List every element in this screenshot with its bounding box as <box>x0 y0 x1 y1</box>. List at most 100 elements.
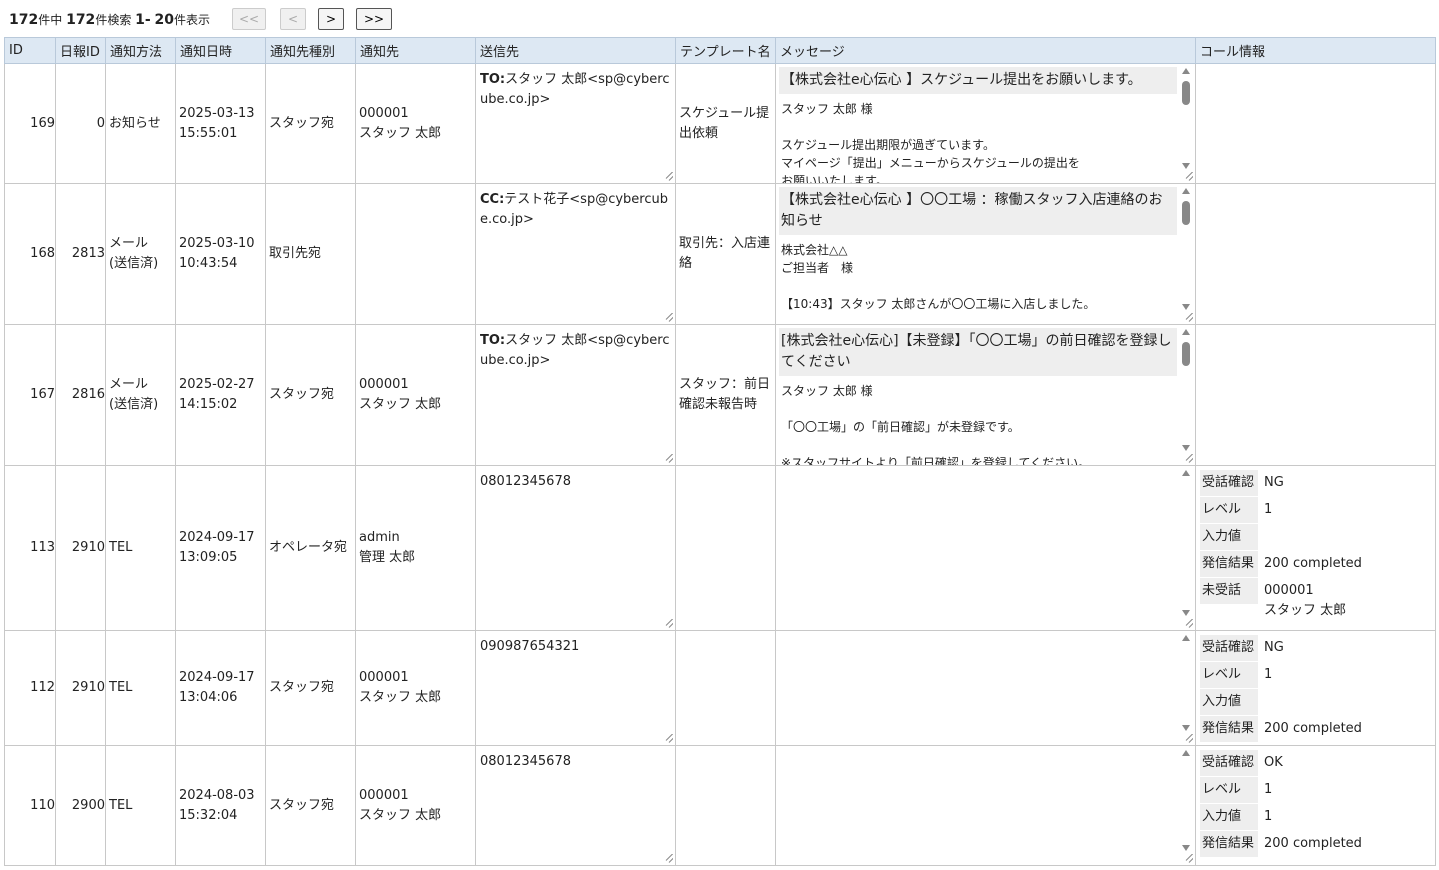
scroll-up-icon[interactable] <box>1182 68 1190 74</box>
cell-id: 167 <box>4 324 56 466</box>
destination-textarea[interactable]: 08012345678 <box>477 747 675 865</box>
destination-value: スタッフ 太郎<sp@cybercube.co.jp> <box>480 72 670 107</box>
call-info-key: レベル <box>1200 662 1258 688</box>
message-textarea[interactable]: [株式会社e心伝心]【未登録】「〇〇工場」の前日確認を登録してください スタッフ … <box>777 326 1195 465</box>
destination-value: 08012345678 <box>480 474 571 489</box>
cell-method: メール (送信済) <box>105 183 176 325</box>
cell-report-id: 2813 <box>55 183 106 325</box>
call-info-key: レベル <box>1200 777 1258 803</box>
destination-textarea[interactable]: 08012345678 <box>477 467 675 630</box>
scroll-up-icon[interactable] <box>1182 188 1190 194</box>
resize-handle-icon[interactable] <box>664 172 673 181</box>
cell-call-info: 受話確認 OK レベル 1 入力値 1 発信結果 200 completed <box>1195 745 1436 866</box>
last-page-button[interactable]: >> <box>356 8 392 30</box>
call-info-key: 受話確認 <box>1200 635 1258 661</box>
message-scrollbar[interactable] <box>1181 329 1191 451</box>
message-scrollbar[interactable] <box>1181 68 1191 169</box>
call-info-key: 入力値 <box>1200 804 1258 830</box>
col-call-info-header[interactable]: コール情報 <box>1195 37 1436 64</box>
message-scrollbar[interactable] <box>1181 188 1191 310</box>
scroll-down-icon[interactable] <box>1182 845 1190 851</box>
scroll-up-icon[interactable] <box>1182 635 1190 641</box>
notification-table: ID 日報ID 通知方法 通知日時 通知先種別 通知先 送信先 テンプレート名 メッセージ コール… <box>4 37 1436 866</box>
cell-target: 000001 スタッフ 太郎 <box>355 324 476 466</box>
col-destination-header[interactable]: 送信先 <box>475 37 676 64</box>
col-message-header[interactable]: メッセージ <box>775 37 1196 64</box>
scroll-down-icon[interactable] <box>1182 610 1190 616</box>
call-info-row: 発信結果 200 completed <box>1200 716 1435 743</box>
destination-textarea[interactable]: 090987654321 <box>477 632 675 745</box>
scroll-down-icon[interactable] <box>1182 725 1190 731</box>
resize-handle-icon[interactable] <box>664 734 673 743</box>
col-target-header[interactable]: 通知先 <box>355 37 476 64</box>
cell-message <box>775 630 1196 746</box>
resize-handle-icon[interactable] <box>1184 619 1193 628</box>
resize-handle-icon[interactable] <box>1184 313 1193 322</box>
call-info-list: 受話確認 NG レベル 1 入力値 発信結果 200 completed <box>1196 631 1435 745</box>
call-info-row: 入力値 <box>1200 689 1435 716</box>
resize-handle-icon[interactable] <box>1184 172 1193 181</box>
resize-handle-icon[interactable] <box>664 619 673 628</box>
col-method-header[interactable]: 通知方法 <box>105 37 176 64</box>
call-info-value <box>1258 524 1270 530</box>
cell-target-type: スタッフ宛 <box>265 630 356 746</box>
destination-textarea[interactable]: CC:テスト花子<sp@cybercube.co.jp> <box>477 185 675 324</box>
col-datetime-header[interactable]: 通知日時 <box>175 37 266 64</box>
cell-template <box>675 745 776 866</box>
prev-page-button[interactable]: < <box>280 8 306 30</box>
resize-handle-icon[interactable] <box>664 313 673 322</box>
scroll-thumb[interactable] <box>1182 81 1190 105</box>
cell-call-info: 受話確認 NG レベル 1 入力値 発信結果 200 completed 未受話 000001 … <box>1195 465 1436 631</box>
message-textarea[interactable]: 【株式会社e心伝心 】〇〇工場 ：稼働スタッフ入店連絡のお知らせ 株式会社△△ ご… <box>777 185 1195 324</box>
cell-target-type: 取引先宛 <box>265 183 356 325</box>
message-body: スタッフ 太郎 様 「〇〇工場」の「前日確認」が未登録です。 ※スタッフサイトよ… <box>781 384 1091 465</box>
call-info-row: レベル 1 <box>1200 777 1435 804</box>
call-info-row: レベル 1 <box>1200 497 1435 524</box>
cell-target: admin 管理 太郎 <box>355 465 476 631</box>
cell-target: 000001 スタッフ 太郎 <box>355 63 476 184</box>
scroll-down-icon[interactable] <box>1182 304 1190 310</box>
message-textarea[interactable]: 【株式会社e心伝心 】スケジュール提出をお願いします。 スタッフ 太郎 様 スケジ… <box>777 65 1195 183</box>
col-target-type-header[interactable]: 通知先種別 <box>265 37 356 64</box>
resize-handle-icon[interactable] <box>1184 734 1193 743</box>
cell-datetime: 2025-02-27 14:15:02 <box>175 324 266 466</box>
destination-textarea[interactable]: TO:スタッフ 太郎<sp@cybercube.co.jp> <box>477 326 675 465</box>
message-scrollbar[interactable] <box>1181 750 1191 851</box>
message-scrollbar[interactable] <box>1181 470 1191 616</box>
scroll-thumb[interactable] <box>1182 342 1190 366</box>
message-scrollbar[interactable] <box>1181 635 1191 731</box>
call-info-row: 受話確認 NG <box>1200 470 1435 497</box>
scroll-down-icon[interactable] <box>1182 163 1190 169</box>
cell-report-id: 2910 <box>55 630 106 746</box>
cell-report-id: 2900 <box>55 745 106 866</box>
resize-handle-icon[interactable] <box>1184 854 1193 863</box>
cell-destination: 090987654321 <box>475 630 676 746</box>
cell-destination: CC:テスト花子<sp@cybercube.co.jp> <box>475 183 676 325</box>
scroll-up-icon[interactable] <box>1182 329 1190 335</box>
first-page-button[interactable]: << <box>232 8 266 30</box>
scroll-up-icon[interactable] <box>1182 750 1190 756</box>
scroll-down-icon[interactable] <box>1182 445 1190 451</box>
cell-call-info: 受話確認 NG レベル 1 入力値 発信結果 200 completed <box>1195 630 1436 746</box>
cell-method: TEL <box>105 745 176 866</box>
call-info-row: 未受話 000001 スタッフ 太郎 <box>1200 578 1435 624</box>
cell-target: 000001 スタッフ 太郎 <box>355 630 476 746</box>
col-id-header[interactable]: ID <box>4 37 56 64</box>
call-info-value: 200 completed <box>1264 721 1362 736</box>
destination-prefix: TO: <box>480 72 506 87</box>
next-page-button[interactable]: > <box>318 8 344 30</box>
resize-handle-icon[interactable] <box>1184 454 1193 463</box>
destination-value: 090987654321 <box>480 639 580 654</box>
scroll-up-icon[interactable] <box>1182 470 1190 476</box>
scroll-thumb[interactable] <box>1182 201 1190 225</box>
col-template-header[interactable]: テンプレート名 <box>675 37 776 64</box>
pager: 172件中 172件検索 1- 20件表示 <box>9 6 210 32</box>
resize-handle-icon[interactable] <box>664 854 673 863</box>
col-report-id-header[interactable]: 日報ID <box>55 37 106 64</box>
message-subject: 【株式会社e心伝心 】スケジュール提出をお願いします。 <box>779 67 1177 94</box>
resize-handle-icon[interactable] <box>664 454 673 463</box>
cell-destination: 08012345678 <box>475 745 676 866</box>
cell-report-id: 0 <box>55 63 106 184</box>
call-info-value: 1 <box>1264 809 1273 824</box>
destination-textarea[interactable]: TO:スタッフ 太郎<sp@cybercube.co.jp> <box>477 65 675 183</box>
